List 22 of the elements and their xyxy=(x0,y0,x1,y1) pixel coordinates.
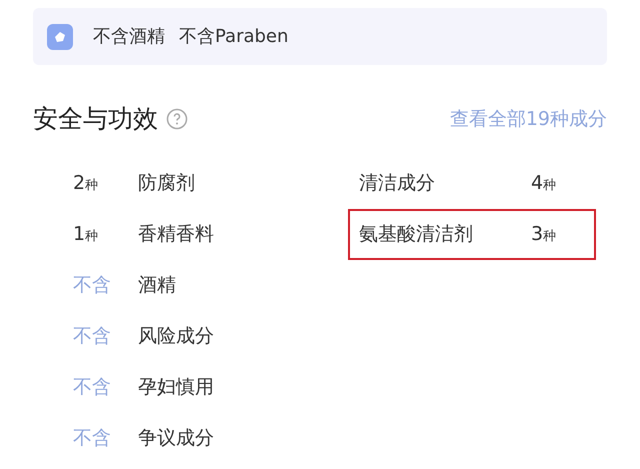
ingredient-category: 清洁成分 xyxy=(359,170,436,196)
count-text: 2种 xyxy=(73,174,98,193)
count-text: 4种 xyxy=(531,170,556,196)
view-all-link[interactable]: 查看全部19种成分 xyxy=(450,104,607,133)
ingredient-category: 风险成分 xyxy=(138,324,214,349)
ingredient-category: 氨基酸清洁剂 xyxy=(359,222,474,247)
tag-label: 不含酒精 xyxy=(93,25,165,49)
absent-text: 不含 xyxy=(73,426,111,449)
tag-label: 不含Paraben xyxy=(179,25,288,49)
ingredient-category: 孕妇慎用 xyxy=(138,374,214,400)
absent-text: 不含 xyxy=(73,274,111,296)
ingredient-category: 酒精 xyxy=(138,272,176,298)
ingredient-category: 防腐剂 xyxy=(138,170,195,196)
count-text: 3种 xyxy=(531,222,556,247)
absent-text: 不含 xyxy=(73,324,111,347)
ingredient-category: 香精香料 xyxy=(138,222,214,247)
ingredient-category: 争议成分 xyxy=(138,426,214,451)
absent-text: 不含 xyxy=(73,376,111,398)
help-icon[interactable] xyxy=(166,108,188,130)
badge-icon xyxy=(47,24,73,50)
section-title: 安全与功效 xyxy=(33,103,158,135)
count-text: 1种 xyxy=(73,224,98,244)
